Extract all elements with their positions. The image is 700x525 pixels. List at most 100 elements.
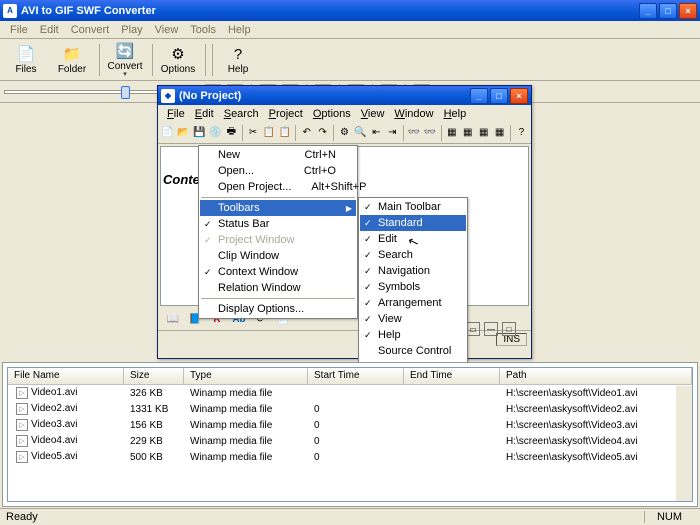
file-row[interactable]: ▷Video4.avi229 KBWinamp media file0H:\sc…: [8, 433, 692, 449]
menu-item-edit[interactable]: ✓Edit: [360, 231, 466, 247]
inner-toolbar-row: 📄📂💾💿🖶✂📋📋↶↷⚙🔍⇤⇥👓👓▦▦▦▦?: [158, 122, 531, 144]
maximize-button[interactable]: □: [659, 3, 677, 19]
inner-menu-file[interactable]: File: [162, 107, 190, 121]
toolbar-icon[interactable]: ✂: [246, 124, 261, 142]
close-button[interactable]: ×: [679, 3, 697, 19]
column-header-size[interactable]: Size: [124, 368, 184, 384]
inner-minimize-button[interactable]: _: [470, 88, 488, 104]
toolbar-icon[interactable]: ?: [514, 124, 529, 142]
menu-item-toolbars[interactable]: Toolbars▶: [200, 200, 356, 216]
column-header-start-time[interactable]: Start Time: [308, 368, 404, 384]
toolbar-icon[interactable]: ↷: [315, 124, 330, 142]
inner-menu-help[interactable]: Help: [439, 107, 472, 121]
toolbar-convert-button[interactable]: 🔄Convert: [103, 41, 147, 79]
file-icon: ▷: [16, 403, 28, 415]
toolbar-icon[interactable]: ⚙: [337, 124, 352, 142]
menu-play[interactable]: Play: [115, 22, 148, 38]
toolbar-icon[interactable]: 📄: [160, 124, 175, 142]
file-row[interactable]: ▷Video3.avi156 KBWinamp media file0H:\sc…: [8, 417, 692, 433]
menu-item-status-bar[interactable]: ✓Status Bar: [200, 216, 356, 232]
inner-menu-options[interactable]: Options: [308, 107, 356, 121]
menu-item-open-[interactable]: Open...Ctrl+O: [200, 163, 356, 179]
outer-titlebar: A AVI to GIF SWF Converter _ □ ×: [0, 0, 700, 21]
menu-item-symbols[interactable]: ✓Symbols: [360, 279, 466, 295]
toolbar-icon[interactable]: 💿: [208, 124, 223, 142]
menu-item-clip-window[interactable]: Clip Window: [200, 248, 356, 264]
inner-close-button[interactable]: ×: [510, 88, 528, 104]
inner-menubar: FileEditSearchProjectOptionsViewWindowHe…: [158, 105, 531, 122]
toolbar-icon[interactable]: ⇤: [369, 124, 384, 142]
menu-convert[interactable]: Convert: [65, 22, 116, 38]
inner-menu-project[interactable]: Project: [264, 107, 308, 121]
book-icon[interactable]: 📖: [164, 310, 182, 328]
column-header-path[interactable]: Path: [500, 368, 692, 384]
menu-item-relation-window[interactable]: Relation Window: [200, 280, 356, 296]
toolbar-icon[interactable]: ▦: [444, 124, 459, 142]
view-icon-1[interactable]: ▭: [466, 322, 480, 336]
menu-item-open-project-[interactable]: Open Project...Alt+Shift+P: [200, 179, 356, 195]
toolbar-icon[interactable]: 🔍: [353, 124, 368, 142]
content-fragment: Conte: [163, 172, 200, 187]
toolbar-files-button[interactable]: 📄Files: [4, 41, 48, 79]
file-row[interactable]: ▷Video2.avi1331 KBWinamp media file0H:\s…: [8, 401, 692, 417]
toolbar-folder-button[interactable]: 📁Folder: [50, 41, 94, 79]
toolbar-icon[interactable]: 🖶: [224, 124, 239, 142]
menu-edit[interactable]: Edit: [34, 22, 65, 38]
outer-menubar: FileEditConvertPlayViewToolsHelp: [0, 21, 700, 39]
inner-maximize-button[interactable]: □: [490, 88, 508, 104]
menu-item-context-window[interactable]: ✓Context Window: [200, 264, 356, 280]
vertical-scrollbar[interactable]: [676, 386, 692, 501]
menu-item-search[interactable]: ✓Search: [360, 247, 466, 263]
file-row[interactable]: ▷Video1.avi326 KBWinamp media fileH:\scr…: [8, 385, 692, 401]
seek-thumb[interactable]: [121, 86, 130, 99]
file-list-rows: ▷Video1.avi326 KBWinamp media fileH:\scr…: [8, 385, 692, 465]
toolbar-icon[interactable]: 👓: [407, 124, 422, 142]
toolbar-icon[interactable]: 📋: [277, 124, 292, 142]
toolbar-options-button[interactable]: ⚙Options: [156, 41, 200, 79]
inner-menu-search[interactable]: Search: [219, 107, 264, 121]
menu-file[interactable]: File: [4, 22, 34, 38]
dropdown-menu-main: NewCtrl+NOpen...Ctrl+OOpen Project...Alt…: [198, 145, 358, 319]
outer-statusbar: Ready NUM: [0, 508, 700, 525]
menu-item-navigation[interactable]: ✓Navigation: [360, 263, 466, 279]
menu-item-view[interactable]: ✓View: [360, 311, 466, 327]
status-right: NUM: [644, 511, 694, 523]
toolbar-icon[interactable]: 👓: [423, 124, 438, 142]
inner-titlebar: ◆ (No Project) _ □ ×: [158, 86, 531, 105]
toolbar-icon[interactable]: 💾: [192, 124, 207, 142]
view-icon-2[interactable]: —: [484, 322, 498, 336]
file-icon: ▷: [16, 435, 28, 447]
menu-item-new[interactable]: NewCtrl+N: [200, 147, 356, 163]
file-row[interactable]: ▷Video5.avi500 KBWinamp media file0H:\sc…: [8, 449, 692, 465]
menu-item-display-options-[interactable]: Display Options...: [200, 301, 356, 317]
inner-title: (No Project): [179, 90, 241, 102]
menu-help[interactable]: Help: [222, 22, 257, 38]
menu-item-main-toolbar[interactable]: ✓Main Toolbar: [360, 199, 466, 215]
toolbar-icon[interactable]: ▦: [492, 124, 507, 142]
menu-tools[interactable]: Tools: [184, 22, 222, 38]
inner-menu-window[interactable]: Window: [389, 107, 438, 121]
column-header-type[interactable]: Type: [184, 368, 308, 384]
toolbar-help-button[interactable]: ?Help: [216, 41, 260, 79]
inner-menu-view[interactable]: View: [356, 107, 390, 121]
toolbar-icon[interactable]: ▦: [476, 124, 491, 142]
menu-item-standard[interactable]: ✓Standard: [360, 215, 466, 231]
toolbar-icon[interactable]: ▦: [460, 124, 475, 142]
view-icon-3[interactable]: □: [502, 322, 516, 336]
toolbar-icon[interactable]: ↶: [299, 124, 314, 142]
menu-item-help[interactable]: ✓Help: [360, 327, 466, 343]
menu-item-arrangement[interactable]: ✓Arrangement: [360, 295, 466, 311]
outer-title: AVI to GIF SWF Converter: [21, 5, 156, 17]
toolbar-icon[interactable]: 📂: [176, 124, 191, 142]
menu-item-source-control[interactable]: Source Control: [360, 343, 466, 359]
menu-item-project-window: ✓Project Window: [200, 232, 356, 248]
toolbar-icon[interactable]: ⇥: [385, 124, 400, 142]
toolbar-icon[interactable]: 📋: [262, 124, 277, 142]
file-icon: ▷: [16, 451, 28, 463]
menu-view[interactable]: View: [149, 22, 185, 38]
column-header-file-name[interactable]: File Name: [8, 368, 124, 384]
column-header-end-time[interactable]: End Time: [404, 368, 500, 384]
status-left: Ready: [6, 511, 38, 523]
inner-menu-edit[interactable]: Edit: [190, 107, 219, 121]
minimize-button[interactable]: _: [639, 3, 657, 19]
